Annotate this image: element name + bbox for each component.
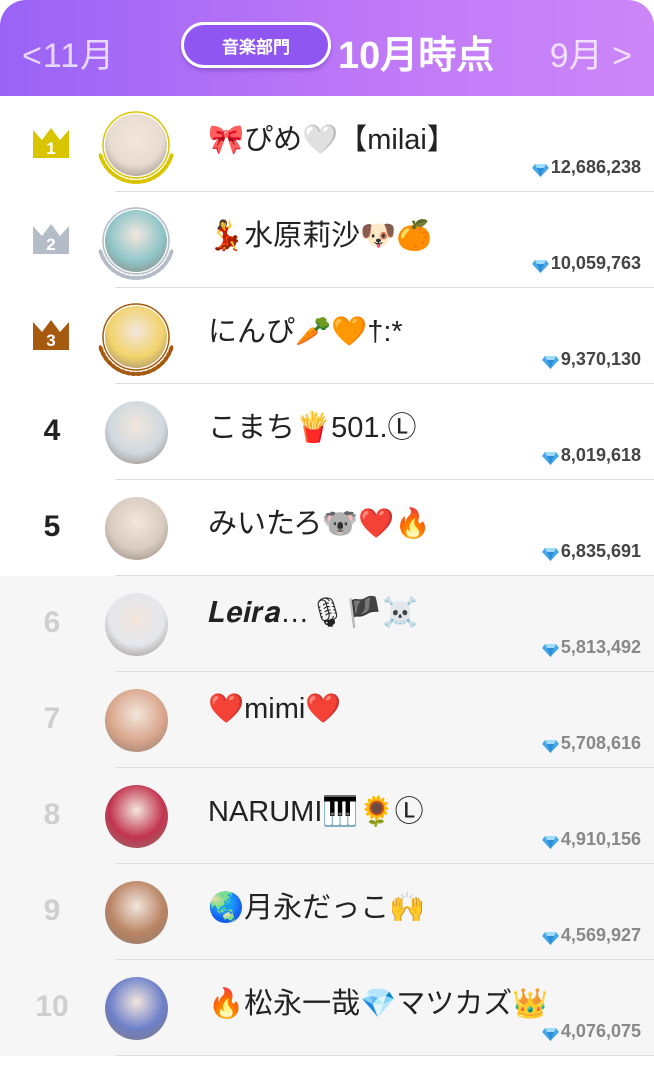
avatar[interactable]: [95, 968, 177, 1050]
avatar-photo: [105, 785, 168, 848]
points-text: 6,835,691: [560, 541, 641, 561]
diamond-icon: [541, 449, 559, 465]
ranking-row[interactable]: 5 みいたろ🐨❤️🔥 6,835,691: [0, 480, 654, 576]
avatar-photo: [105, 210, 167, 272]
points-text: 8,019,618: [560, 445, 641, 465]
rank-number: 9: [43, 894, 61, 927]
avatar-photo: [105, 689, 168, 752]
prev-month-button[interactable]: <11月: [22, 28, 115, 77]
ranking-row[interactable]: 1 🎀ぴめ🤍【milai】 12,686,238: [0, 96, 654, 192]
ranking-row[interactable]: 8 NARUMI🎹🌻Ⓛ 4,910,156: [0, 768, 654, 864]
rank-number: 5: [43, 510, 61, 543]
diamond-icon: [541, 1025, 559, 1041]
diamond-icon: [541, 929, 559, 945]
diamond-icon: [541, 737, 559, 753]
points-value: 9,370,130: [541, 349, 641, 370]
points-text: 5,813,492: [560, 637, 641, 657]
diamond-icon: [541, 641, 559, 657]
user-name[interactable]: みいたろ🐨❤️🔥: [208, 500, 431, 542]
rank-number: 1: [46, 139, 56, 158]
points-value: 4,569,927: [541, 925, 641, 946]
avatar-photo: [105, 114, 167, 176]
crown-icon: 3: [31, 318, 71, 350]
diamond-icon: [541, 545, 559, 561]
user-name[interactable]: こまち🍟501.Ⓛ: [208, 404, 417, 446]
diamond-icon: [541, 833, 559, 849]
avatar-photo: [105, 497, 168, 560]
points-text: 4,910,156: [560, 829, 641, 849]
points-text: 5,708,616: [560, 733, 641, 753]
points-value: 6,835,691: [541, 541, 641, 562]
ranking-row[interactable]: 10 🔥松永一哉💎マツカズ👑 4,076,075: [0, 960, 654, 1056]
rank-number: 6: [43, 606, 61, 639]
avatar-photo: [105, 306, 167, 368]
avatar[interactable]: [95, 104, 177, 186]
user-name[interactable]: ❤️mimi❤️: [208, 692, 341, 726]
avatar[interactable]: [95, 296, 177, 378]
avatar[interactable]: [95, 680, 177, 762]
rank-number: 8: [43, 798, 61, 831]
points-text: 10,059,763: [550, 253, 641, 273]
row-divider: [115, 1055, 654, 1056]
ranking-row[interactable]: 3 にんぴ🥕🧡†:* 9,370,130: [0, 288, 654, 384]
period-title: 10月時点: [338, 35, 495, 77]
points-value: 10,059,763: [531, 253, 641, 274]
points-value: 8,019,618: [541, 445, 641, 466]
avatar[interactable]: [95, 872, 177, 954]
crown-icon: 2: [31, 222, 71, 254]
user-name[interactable]: 🎀ぴめ🤍【milai】: [208, 116, 456, 158]
rank-number: 3: [46, 331, 56, 350]
diamond-icon: [531, 161, 549, 177]
points-value: 5,813,492: [541, 637, 641, 658]
user-name[interactable]: NARUMI🎹🌻Ⓛ: [208, 788, 424, 830]
ranking-row[interactable]: 2 💃水原莉沙🐶🍊 10,059,763: [0, 192, 654, 288]
user-name[interactable]: 𝑳𝒆𝒊𝒓𝒂…🎙🏴☠️: [208, 596, 418, 630]
avatar-photo: [105, 593, 168, 656]
avatar[interactable]: [95, 488, 177, 570]
points-text: 4,569,927: [560, 925, 641, 945]
rank-number: 4: [43, 414, 61, 447]
avatar[interactable]: [95, 584, 177, 666]
diamond-icon: [531, 257, 549, 273]
points-text: 12,686,238: [550, 157, 641, 177]
points-text: 4,076,075: [560, 1021, 641, 1041]
avatar-photo: [105, 881, 168, 944]
avatar[interactable]: [95, 776, 177, 858]
rank-number: 2: [46, 235, 56, 254]
next-month-button[interactable]: 9月 >: [550, 28, 632, 77]
user-name[interactable]: 🌏月永だっこ🙌: [208, 884, 425, 926]
ranking-row[interactable]: 6 𝑳𝒆𝒊𝒓𝒂…🎙🏴☠️ 5,813,492: [0, 576, 654, 672]
user-name[interactable]: にんぴ🥕🧡†:*: [208, 308, 403, 350]
ranking-row[interactable]: 7 ❤️mimi❤️ 5,708,616: [0, 672, 654, 768]
user-name[interactable]: 🔥松永一哉💎マツカズ👑: [208, 980, 548, 1022]
ranking-row[interactable]: 9 🌏月永だっこ🙌 4,569,927: [0, 864, 654, 960]
avatar[interactable]: [95, 392, 177, 474]
points-value: 12,686,238: [531, 157, 641, 178]
avatar[interactable]: [95, 200, 177, 282]
category-badge[interactable]: 音楽部門: [181, 22, 331, 68]
points-value: 4,910,156: [541, 829, 641, 850]
ranking-row[interactable]: 4 こまち🍟501.Ⓛ 8,019,618: [0, 384, 654, 480]
header-bar: <11月 音楽部門 10月時点 9月 >: [0, 0, 654, 96]
points-value: 4,076,075: [541, 1021, 641, 1042]
points-value: 5,708,616: [541, 733, 641, 754]
diamond-icon: [541, 353, 559, 369]
user-name[interactable]: 💃水原莉沙🐶🍊: [208, 212, 432, 254]
ranking-list: 1 🎀ぴめ🤍【milai】 12,686,238 2 💃水原莉沙🐶🍊 10,059,763…: [0, 96, 654, 1056]
points-text: 9,370,130: [560, 349, 641, 369]
avatar-photo: [105, 401, 168, 464]
avatar-photo: [105, 977, 168, 1040]
rank-number: 7: [43, 702, 61, 735]
rank-number: 10: [35, 990, 69, 1023]
crown-icon: 1: [31, 126, 71, 158]
